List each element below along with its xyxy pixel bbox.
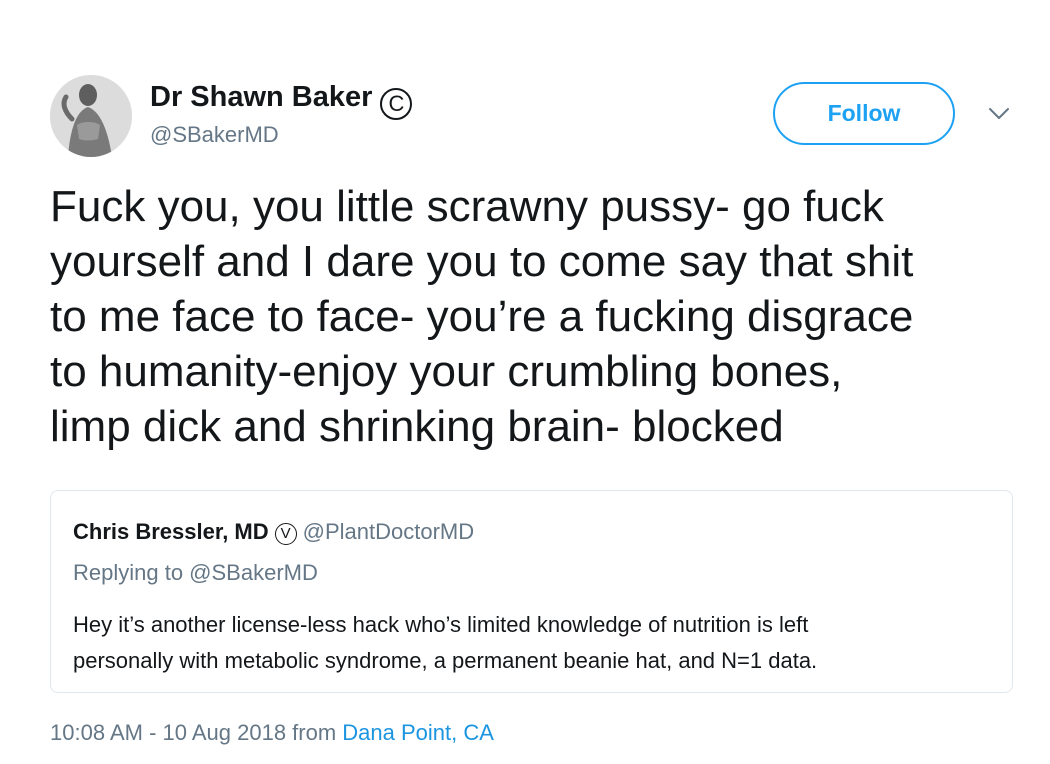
tweet-metadata: 10:08 AM - 10 Aug 2018 from Dana Point, … <box>50 719 494 747</box>
v-badge-icon: V <box>274 523 297 545</box>
display-name[interactable]: Dr Shawn Baker C <box>150 80 413 120</box>
user-handle[interactable]: @SBakerMD <box>150 121 279 149</box>
quoted-display-name[interactable]: Chris Bressler, MD <box>73 519 269 544</box>
display-name-text[interactable]: Dr Shawn Baker <box>150 81 372 113</box>
timestamp[interactable]: 10:08 AM - 10 Aug 2018 from <box>50 720 342 745</box>
quoted-tweet-card[interactable]: Chris Bressler, MD V @PlantDoctorMD Replyi… <box>50 490 1013 693</box>
chevron-down-icon[interactable] <box>985 104 1013 124</box>
copyright-badge-icon: C <box>380 88 413 120</box>
location-link[interactable]: Dana Point, CA <box>342 720 494 745</box>
avatar[interactable] <box>50 75 132 157</box>
replying-to-label: Replying to @SBakerMD <box>73 560 318 585</box>
quoted-tweet-text: Hey it’s another license-less hack who’s… <box>73 612 818 673</box>
profile-photo <box>50 75 132 157</box>
tweet-text: Fuck you, you little scrawny pussy- go f… <box>50 182 914 451</box>
follow-button[interactable]: Follow <box>773 82 955 145</box>
quoted-tweet-header: Chris Bressler, MD V @PlantDoctorMD <box>73 518 474 546</box>
quoted-user-handle[interactable]: @PlantDoctorMD <box>303 519 475 544</box>
